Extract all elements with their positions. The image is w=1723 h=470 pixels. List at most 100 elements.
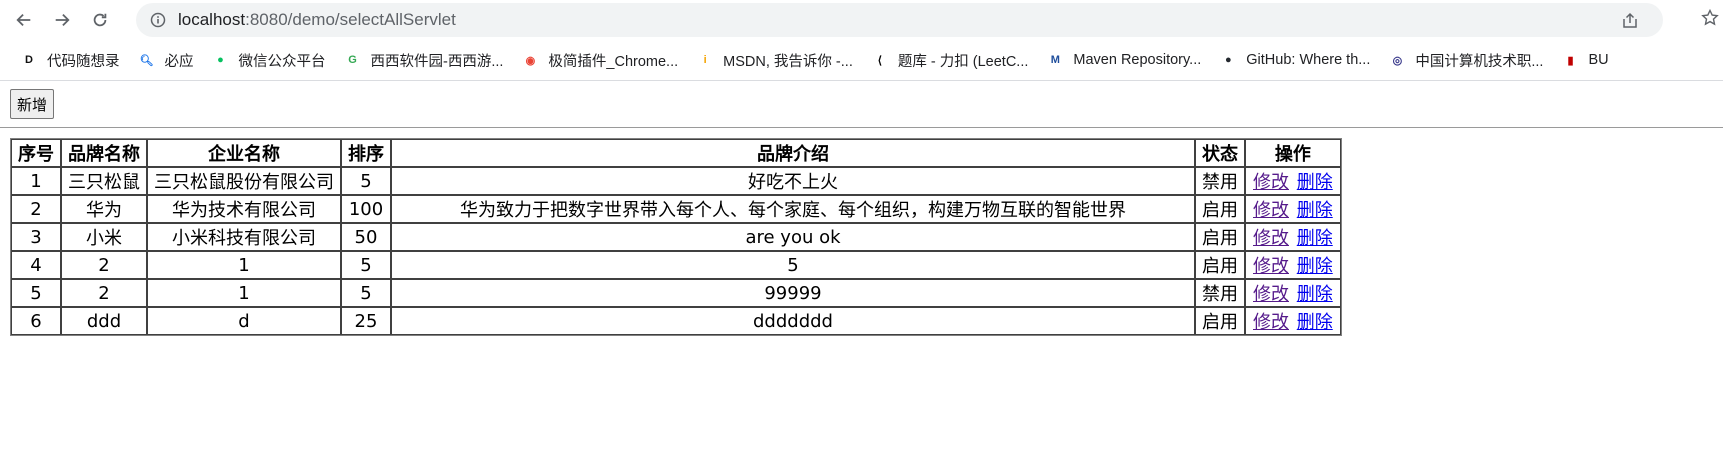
header-desc: 品牌介绍: [391, 139, 1195, 167]
table-row: 1 三只松鼠 三只松鼠股份有限公司 5 好吃不上火 禁用 修改 删除: [11, 167, 1341, 195]
table-row: 6 ddd d 25 ddddddd 启用 修改 删除: [11, 307, 1341, 335]
edit-link[interactable]: 修改: [1253, 284, 1289, 305]
bookmark-label: 极简插件_Chrome...: [548, 53, 679, 70]
cell-brand: ddd: [61, 307, 147, 335]
cell-id: 6: [11, 307, 61, 335]
header-company: 企业名称: [147, 139, 341, 167]
edit-link[interactable]: 修改: [1253, 228, 1289, 249]
bookmark-item[interactable]: i MSDN, 我告诉你 -...: [696, 50, 853, 71]
bookmarks-bar: D 代码随想录 🔍︎ 必应 ● 微信公众平台 G 西西软件园-西西游... ◉ 极简插件_Chro…: [0, 40, 1723, 81]
cell-company: 1: [147, 279, 341, 307]
cell-actions: 修改 删除: [1245, 279, 1341, 307]
cell-status: 启用: [1195, 251, 1245, 279]
cell-brand: 华为: [61, 195, 147, 223]
cell-brand: 三只松鼠: [61, 167, 147, 195]
header-status: 状态: [1195, 139, 1245, 167]
cell-actions: 修改 删除: [1245, 223, 1341, 251]
cell-actions: 修改 删除: [1245, 167, 1341, 195]
bookmark-label: MSDN, 我告诉你 -...: [723, 53, 853, 70]
url-host: localhost: [178, 10, 246, 29]
bookmark-label: 中国计算机技术职...: [1415, 53, 1544, 70]
bookmark-label: Maven Repository...: [1073, 52, 1202, 68]
bookmark-label: 代码随想录: [47, 53, 120, 70]
reload-button[interactable]: [86, 6, 114, 34]
bookmark-item[interactable]: ▮ BU: [1561, 51, 1608, 69]
dm-logo-icon: D: [25, 54, 33, 66]
delete-link[interactable]: 删除: [1297, 284, 1333, 305]
bookmark-label: GitHub: Where th...: [1246, 52, 1371, 68]
arrow-left-icon: [16, 13, 31, 27]
bookmark-item[interactable]: G 西西软件园-西西游...: [344, 50, 504, 71]
cell-desc: are you ok: [391, 223, 1195, 251]
bookmark-label: 西西软件园-西西游...: [370, 53, 504, 70]
header-op: 操作: [1245, 139, 1341, 167]
bookmark-item[interactable]: M Maven Repository...: [1046, 51, 1201, 69]
cell-status: 禁用: [1195, 279, 1245, 307]
table-row: 3 小米 小米科技有限公司 50 are you ok 启用 修改 删除: [11, 223, 1341, 251]
xixi-icon: G: [348, 54, 357, 66]
cell-order: 100: [341, 195, 391, 223]
arrow-right-icon: [55, 13, 70, 27]
cell-status: 禁用: [1195, 167, 1245, 195]
header-order: 排序: [341, 139, 391, 167]
url-text[interactable]: localhost:8080/demo/selectAllServlet: [178, 10, 456, 30]
bookmark-star-icon[interactable]: [1701, 9, 1719, 27]
page-content: 新增 序号 品牌名称 企业名称 排序 品牌介绍 状态 操作 1 三只松鼠 三只松鼠股份有限公司 5…: [0, 81, 1723, 344]
cell-id: 1: [11, 167, 61, 195]
cell-company: 三只松鼠股份有限公司: [147, 167, 341, 195]
msdn-icon: i: [703, 54, 707, 66]
cell-order: 5: [341, 251, 391, 279]
bookmark-label: 微信公众平台: [238, 53, 326, 70]
edit-link[interactable]: 修改: [1253, 200, 1289, 221]
bookmark-item[interactable]: ⟨ 题库 - 力扣 (LeetC...: [871, 50, 1029, 71]
cell-company: 华为技术有限公司: [147, 195, 341, 223]
edit-link[interactable]: 修改: [1253, 172, 1289, 193]
cell-id: 5: [11, 279, 61, 307]
reload-icon: [93, 13, 107, 27]
table-row: 2 华为 华为技术有限公司 100 华为致力于把数字世界带入每个人、每个家庭、每个组织，…: [11, 195, 1341, 223]
maven-icon: M: [1050, 54, 1060, 66]
cell-company: d: [147, 307, 341, 335]
bookmark-label: 题库 - 力扣 (LeetC...: [897, 53, 1029, 70]
delete-link[interactable]: 删除: [1297, 312, 1333, 333]
cell-actions: 修改 删除: [1245, 251, 1341, 279]
cell-company: 小米科技有限公司: [147, 223, 341, 251]
share-icon[interactable]: [1621, 12, 1639, 30]
bu-icon: ▮: [1567, 54, 1574, 67]
bookmark-item[interactable]: ◉ 极简插件_Chrome...: [521, 50, 679, 71]
cell-actions: 修改 删除: [1245, 307, 1341, 335]
cell-id: 4: [11, 251, 61, 279]
cell-company: 1: [147, 251, 341, 279]
delete-link[interactable]: 删除: [1297, 228, 1333, 249]
github-icon: ●: [1224, 54, 1232, 66]
address-bar[interactable]: localhost:8080/demo/selectAllServlet: [136, 3, 1663, 37]
cell-brand: 小米: [61, 223, 147, 251]
cell-desc: 华为致力于把数字世界带入每个人、每个家庭、每个组织，构建万物互联的智能世界: [391, 195, 1195, 223]
cell-status: 启用: [1195, 195, 1245, 223]
add-button[interactable]: 新增: [10, 89, 55, 119]
table-row: 5 2 1 5 99999 禁用 修改 删除: [11, 279, 1341, 307]
delete-link[interactable]: 删除: [1297, 256, 1333, 277]
header-id: 序号: [11, 139, 61, 167]
bookmark-item[interactable]: ● GitHub: Where th...: [1219, 51, 1370, 69]
search-icon: 🔍︎: [139, 54, 154, 67]
table-row: 4 2 1 5 5 启用 修改 删除: [11, 251, 1341, 279]
cell-id: 3: [11, 223, 61, 251]
edit-link[interactable]: 修改: [1253, 312, 1289, 333]
forward-button[interactable]: [48, 6, 76, 34]
delete-link[interactable]: 删除: [1297, 172, 1333, 193]
cell-desc: ddddddd: [391, 307, 1195, 335]
bookmark-item[interactable]: 🔍︎ 必应: [138, 50, 194, 71]
cell-actions: 修改 删除: [1245, 195, 1341, 223]
bookmark-item[interactable]: ● 微信公众平台: [212, 50, 326, 71]
cell-order: 25: [341, 307, 391, 335]
cell-brand: 2: [61, 251, 147, 279]
delete-link[interactable]: 删除: [1297, 200, 1333, 221]
cell-desc: 好吃不上火: [391, 167, 1195, 195]
cell-order: 50: [341, 223, 391, 251]
bookmark-item[interactable]: ◎ 中国计算机技术职...: [1388, 50, 1544, 71]
bookmark-item[interactable]: D 代码随想录: [20, 50, 120, 71]
back-button[interactable]: [10, 6, 38, 34]
edit-link[interactable]: 修改: [1253, 256, 1289, 277]
info-icon[interactable]: [150, 12, 166, 28]
